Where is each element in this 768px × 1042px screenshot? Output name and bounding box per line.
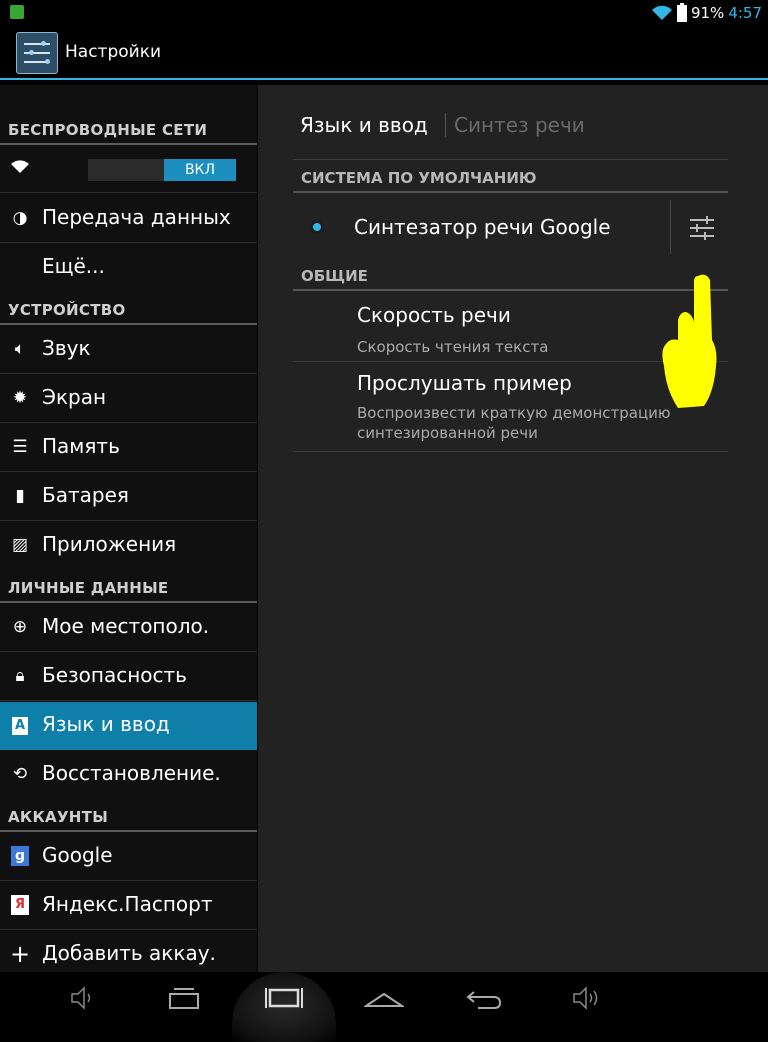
sidebar-item-storage[interactable]: ☰ Память — [0, 424, 257, 472]
lock-icon: 🔒︎ — [15, 666, 25, 686]
volume-down-icon[interactable] — [62, 982, 102, 1014]
sidebar-item-battery[interactable]: ▮ Батарея — [0, 473, 257, 521]
notification-app-icon — [10, 5, 24, 19]
system-nav-bar — [0, 972, 768, 1042]
breadcrumb-separator — [445, 113, 446, 137]
pref-title: Скорость речи — [357, 303, 511, 327]
wifi-toggle[interactable]: ВКЛ — [88, 159, 236, 181]
section-header-wireless: БЕСПРОВОДНЫЕ СЕТИ — [8, 121, 208, 139]
add-icon: + — [10, 940, 31, 968]
sidebar-item-google[interactable]: g Google — [0, 833, 257, 881]
google-icon: g — [11, 846, 29, 866]
breadcrumb-tts: Синтез речи — [454, 113, 585, 137]
sidebar-item-label: Добавить аккау. — [42, 941, 216, 965]
wifi-toggle-on-label: ВКЛ — [164, 159, 236, 181]
storage-icon: ☰ — [12, 437, 28, 457]
section-header-device: УСТРОЙСТВО — [8, 301, 126, 319]
sidebar-item-label: Восстановление. — [42, 761, 221, 785]
wifi-signal-icon — [651, 5, 672, 20]
clock: 4:57 — [728, 4, 762, 22]
divider — [0, 601, 257, 603]
divider — [0, 323, 257, 325]
sidebar-item-wifi[interactable]: ВКЛ — [0, 145, 257, 193]
sidebar-item-label: Батарея — [42, 483, 129, 507]
sidebar-item-label: Язык и ввод — [42, 712, 170, 736]
sidebar-item-label: Приложения — [42, 532, 177, 556]
engine-name: Синтезатор речи Google — [354, 215, 611, 239]
sidebar-item-label: Память — [42, 434, 120, 458]
divider — [0, 830, 257, 832]
detail-pane: Язык и ввод Синтез речи СИСТЕМА ПО УМОЛЧ… — [258, 85, 768, 972]
engine-settings-button[interactable] — [686, 213, 722, 243]
breadcrumb-language-input[interactable]: Язык и ввод — [300, 113, 428, 137]
sidebar-item-security[interactable]: 🔒︎ Безопасность — [0, 653, 257, 701]
sidebar-item-label: Мое местополо. — [42, 614, 210, 638]
yandex-icon: Я — [11, 895, 29, 915]
section-header-general: ОБЩИЕ — [301, 267, 368, 285]
sidebar-item-language-input[interactable]: A Язык и ввод — [0, 702, 257, 750]
sidebar-item-sound[interactable]: 🔈︎ Звук — [0, 326, 257, 374]
pref-summary: Воспроизвести краткую демонстрацию синте… — [357, 404, 671, 442]
status-icons: 91% 4:57 — [651, 2, 762, 23]
battery-percent: 91% — [690, 4, 725, 22]
divider — [293, 159, 728, 160]
engine-radio[interactable] — [310, 220, 324, 234]
location-icon: ⊕ — [12, 617, 28, 637]
battery-icon — [676, 2, 687, 22]
sidebar-item-label: Экран — [42, 385, 107, 409]
sidebar-item-location[interactable]: ⊕ Мое местополо. — [0, 604, 257, 652]
recent-apps-icon[interactable] — [264, 982, 304, 1014]
volume-up-icon[interactable] — [566, 982, 606, 1014]
divider — [293, 451, 728, 452]
sidebar-item-apps[interactable]: ▨ Приложения — [0, 522, 257, 570]
section-header-accounts: АККАУНТЫ — [8, 808, 109, 826]
status-bar: 91% 4:57 — [0, 0, 768, 26]
sidebar-item-label: Ещё... — [42, 254, 105, 278]
section-header-default: СИСТЕМА ПО УМОЛЧАНИЮ — [301, 169, 537, 187]
sidebar-item-backup[interactable]: ⟲ Восстановление. — [0, 751, 257, 799]
sidebar-item-label: Яндекс.Паспорт — [42, 892, 213, 916]
backup-icon: ⟲ — [12, 764, 28, 784]
sound-icon: 🔈︎ — [14, 339, 26, 359]
data-usage-icon: ◑ — [12, 208, 28, 228]
home-icon[interactable] — [364, 982, 404, 1014]
return-icon[interactable] — [464, 982, 504, 1014]
pointer-hand-icon — [662, 274, 717, 408]
settings-app-icon[interactable] — [16, 32, 58, 74]
sidebar-item-label: Передача данных — [42, 205, 231, 229]
divider — [670, 200, 671, 254]
sidebar-item-label: Google — [42, 843, 113, 867]
display-icon: ✹ — [12, 388, 28, 408]
pref-title: Прослушать пример — [357, 371, 572, 395]
sidebar-item-data-usage[interactable]: ◑ Передача данных — [0, 195, 257, 243]
back-icon[interactable] — [164, 982, 204, 1014]
sidebar-item-yandex[interactable]: Я Яндекс.Паспорт — [0, 882, 257, 930]
app-title: Настройки — [65, 42, 162, 62]
section-header-personal: ЛИЧНЫЕ ДАННЫЕ — [8, 579, 169, 597]
apps-icon: ▨ — [11, 535, 29, 555]
battery-icon: ▮ — [15, 486, 25, 506]
settings-sidebar: БЕСПРОВОДНЫЕ СЕТИ ВКЛ ◑ Передача данных … — [0, 85, 257, 972]
action-bar: Настройки — [0, 26, 768, 80]
wifi-icon — [10, 158, 30, 178]
sidebar-item-label: Звук — [42, 336, 91, 360]
sidebar-item-label: Безопасность — [42, 663, 187, 687]
sidebar-item-display[interactable]: ✹ Экран — [0, 375, 257, 423]
sidebar-item-more[interactable]: Ещё... — [0, 244, 257, 292]
language-icon: A — [12, 717, 28, 735]
